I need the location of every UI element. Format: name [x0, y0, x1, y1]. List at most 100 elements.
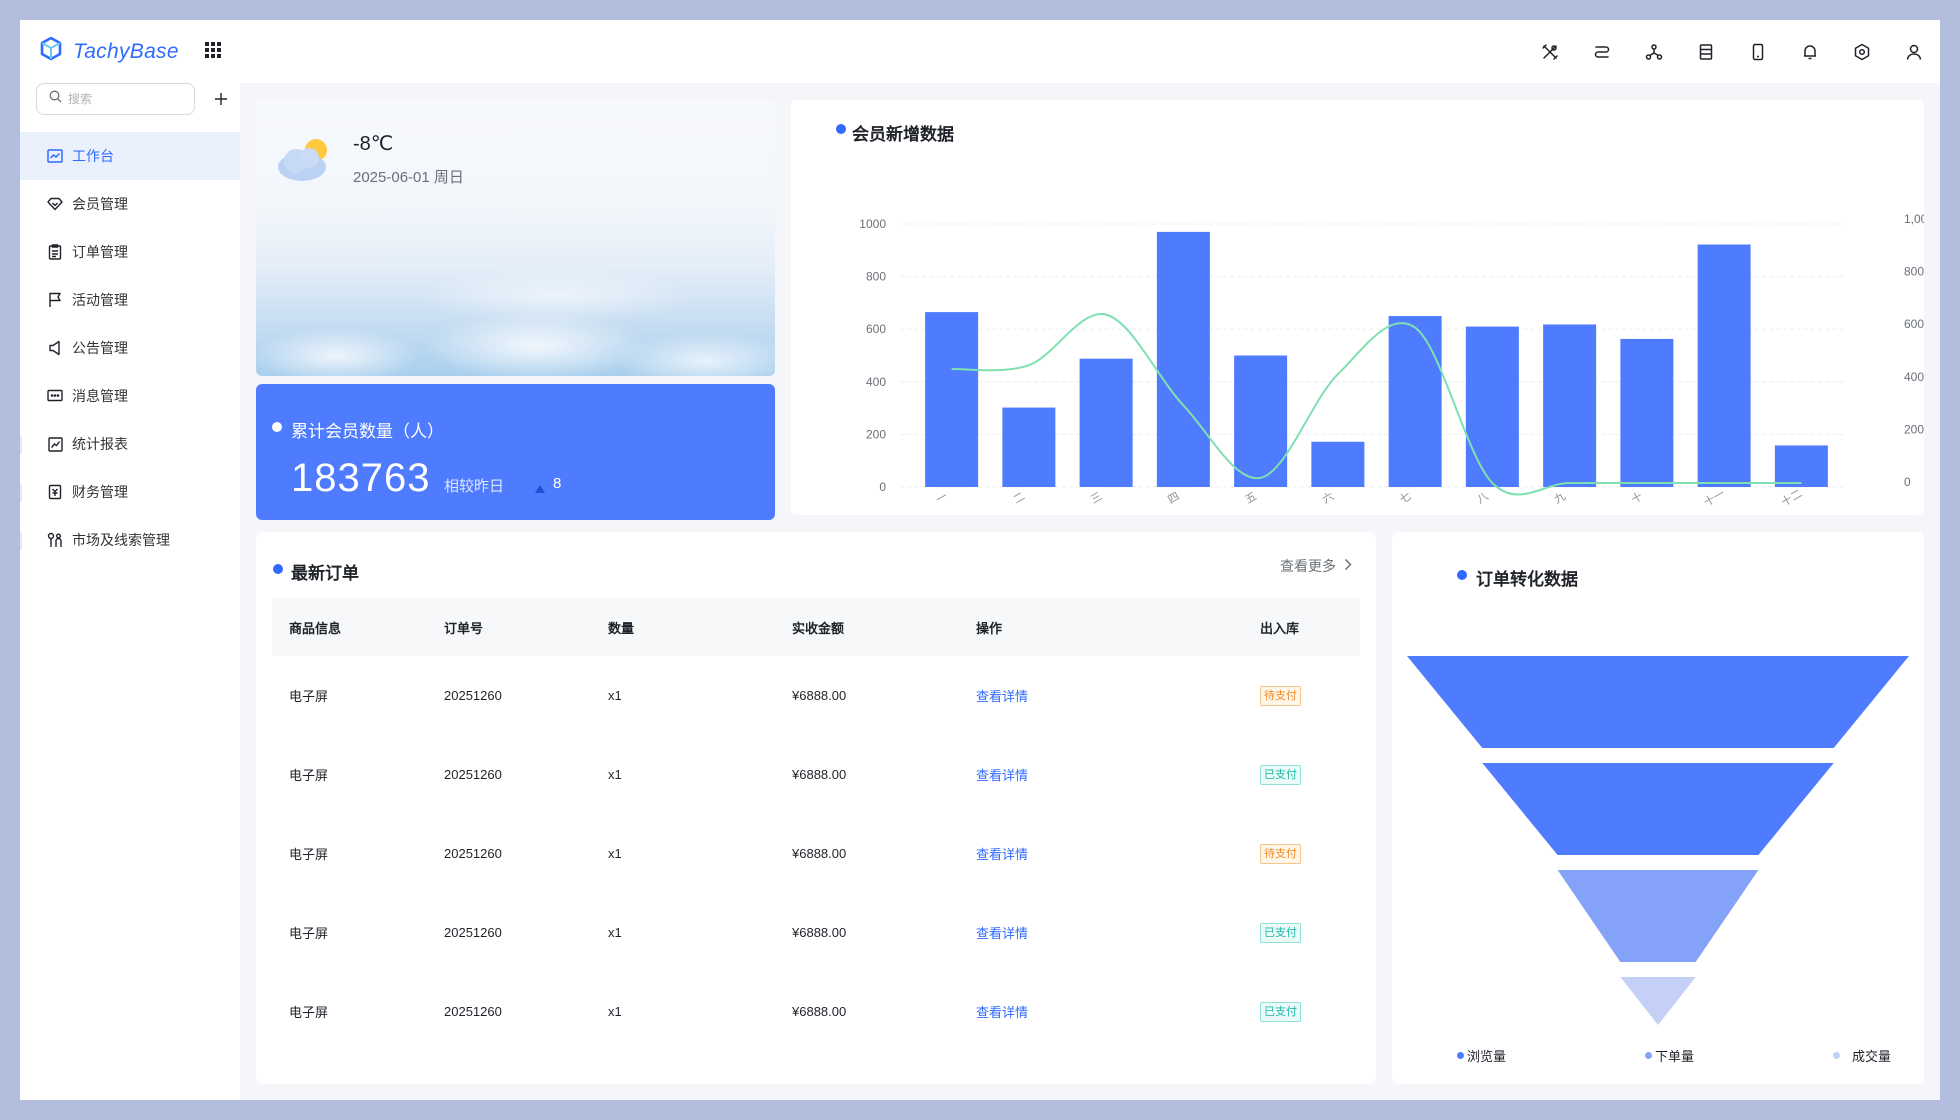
legend-label: 下单量	[1655, 1049, 1695, 1064]
order-no-cell: 20251260	[444, 688, 502, 703]
legend-label: 浏览量	[1467, 1049, 1507, 1064]
title-dot	[272, 422, 282, 432]
sidebar-item-label: 公告管理	[72, 340, 128, 356]
search-icon	[49, 90, 62, 108]
collapse-handle[interactable]	[20, 532, 22, 550]
funnel-segment	[1482, 763, 1834, 855]
legend-swatch	[1833, 1052, 1840, 1059]
mobile-icon[interactable]	[1732, 32, 1784, 72]
bar	[1620, 338, 1674, 487]
y-right-tick-label: 600	[1904, 317, 1924, 331]
column-header: 数量	[608, 620, 635, 636]
logo-text: TachyBase	[73, 39, 179, 63]
workflow-icon[interactable]	[1576, 32, 1628, 72]
view-details-link[interactable]: 查看详情	[976, 926, 1028, 941]
legend-swatch	[1457, 1052, 1464, 1059]
amount-cell: ¥6888.00	[792, 767, 847, 782]
x-tick-label: 八	[1475, 490, 1491, 507]
flag-icon	[46, 291, 64, 309]
bar	[1774, 445, 1828, 487]
y-right-tick-label: 400	[1904, 370, 1924, 384]
view-details-link[interactable]: 查看详情	[976, 768, 1028, 783]
cluster-icon[interactable]	[1628, 32, 1680, 72]
clipboard-icon	[46, 243, 64, 261]
qty-cell: x1	[608, 767, 622, 782]
table-row: 电子屏 20251260 x1 ¥6888.00 查看详情 已支付	[272, 893, 1360, 972]
column-header: 实收金额	[792, 620, 845, 636]
view-details-link[interactable]: 查看详情	[976, 847, 1028, 862]
logo-icon	[39, 36, 63, 67]
sidebar-item-label: 财务管理	[72, 484, 128, 500]
search-box[interactable]	[36, 83, 195, 115]
member-chart-card: 会员新增数据 0 0 200 200 400 400 600 600 800 800 1000 1,0…	[791, 100, 1924, 515]
qty-cell: x1	[608, 846, 622, 861]
tools-icon[interactable]	[1524, 32, 1576, 72]
sidebar-item-label: 订单管理	[72, 244, 128, 260]
status-badge: 已支付	[1260, 1001, 1301, 1022]
sidebar-item-orders[interactable]: 订单管理	[20, 228, 240, 276]
column-header: 操作	[976, 620, 1003, 636]
status-badge: 待支付	[1260, 843, 1301, 864]
table-row: 电子屏 20251260 x1 ¥6888.00 查看详情 待支付	[272, 656, 1360, 735]
sidebar-item-label: 工作台	[72, 148, 114, 164]
table-row: 电子屏 20251260 x1 ¥6888.00 查看详情 已支付	[272, 735, 1360, 814]
bar	[1002, 407, 1056, 487]
legend-item-orders[interactable]: 下单量	[1645, 1046, 1694, 1065]
member-total-title: 累计会员数量（人）	[291, 422, 444, 441]
bar	[1543, 324, 1597, 487]
status-badge: 已支付	[1260, 922, 1301, 943]
funnel-segment	[1557, 870, 1759, 962]
message-icon	[46, 387, 64, 405]
sidebar-item-members[interactable]: 会员管理	[20, 180, 240, 228]
product-cell: 电子屏	[289, 689, 329, 704]
sidebar-item-market[interactable]: 市场及线索管理	[20, 516, 240, 564]
status-badge: 待支付	[1260, 685, 1301, 706]
database-icon[interactable]	[1680, 32, 1732, 72]
x-tick-label: 四	[1166, 490, 1182, 507]
sidebar-item-finance[interactable]: 财务管理	[20, 468, 240, 516]
amount-cell: ¥6888.00	[792, 846, 847, 861]
sidebar-item-label: 活动管理	[72, 292, 128, 308]
sidebar-item-reports[interactable]: 统计报表	[20, 420, 240, 468]
collapse-handle[interactable]	[20, 436, 22, 454]
member-delta: 8	[553, 475, 562, 492]
settings-icon[interactable]	[1836, 32, 1888, 72]
amount-cell: ¥6888.00	[792, 688, 847, 703]
view-more-link[interactable]: 查看更多	[1280, 556, 1360, 576]
amount-cell: ¥6888.00	[792, 925, 847, 940]
y-right-tick-label: 200	[1904, 422, 1924, 436]
sidebar-menu: 工作台 会员管理 订单管理 活动管理 公告管理 消息管理 统计报表 财务管理 市…	[20, 132, 240, 564]
sidebar-item-announcements[interactable]: 公告管理	[20, 324, 240, 372]
y-left-tick-label: 1000	[859, 217, 886, 231]
sidebar-item-label: 市场及线索管理	[72, 532, 170, 548]
logo[interactable]: TachyBase	[39, 36, 179, 67]
top-header: TachyBase	[20, 20, 1940, 83]
x-tick-label: 十一	[1701, 486, 1727, 509]
column-header: 出入库	[1260, 620, 1300, 636]
search-input[interactable]	[68, 92, 178, 106]
sidebar-item-activities[interactable]: 活动管理	[20, 276, 240, 324]
chevron-right-icon	[1344, 558, 1352, 574]
bell-icon[interactable]	[1784, 32, 1836, 72]
bar	[1079, 358, 1133, 487]
apps-grid-icon[interactable]	[205, 42, 221, 63]
order-no-cell: 20251260	[444, 925, 502, 940]
sidebar-item-label: 统计报表	[72, 436, 128, 452]
collapse-handle[interactable]	[20, 484, 22, 502]
add-icon[interactable]	[211, 89, 231, 109]
app-window: TachyBase 搜索 工作台 会员管理 订单管理 活动管理 公告管理 消息管…	[20, 20, 1940, 1100]
legend-item-views[interactable]: 浏览量	[1457, 1046, 1506, 1065]
sidebar-item-messages[interactable]: 消息管理	[20, 372, 240, 420]
bar	[1234, 355, 1288, 487]
table-row: 电子屏 20251260 x1 ¥6888.00 查看详情 待支付	[272, 814, 1360, 893]
order-no-cell: 20251260	[444, 846, 502, 861]
sidebar-item-workbench[interactable]: 工作台	[20, 132, 240, 180]
temperature: -8℃	[353, 133, 394, 155]
user-icon[interactable]	[1888, 32, 1940, 72]
legend-item-deals[interactable]: 成交量	[1833, 1046, 1891, 1065]
table-row: 电子屏 20251260 x1 ¥6888.00 查看详情 已支付	[272, 972, 1360, 1051]
x-tick-label: 七	[1397, 490, 1413, 507]
view-details-link[interactable]: 查看详情	[976, 689, 1028, 704]
column-header: 商品信息	[289, 620, 342, 636]
view-details-link[interactable]: 查看详情	[976, 1005, 1028, 1020]
